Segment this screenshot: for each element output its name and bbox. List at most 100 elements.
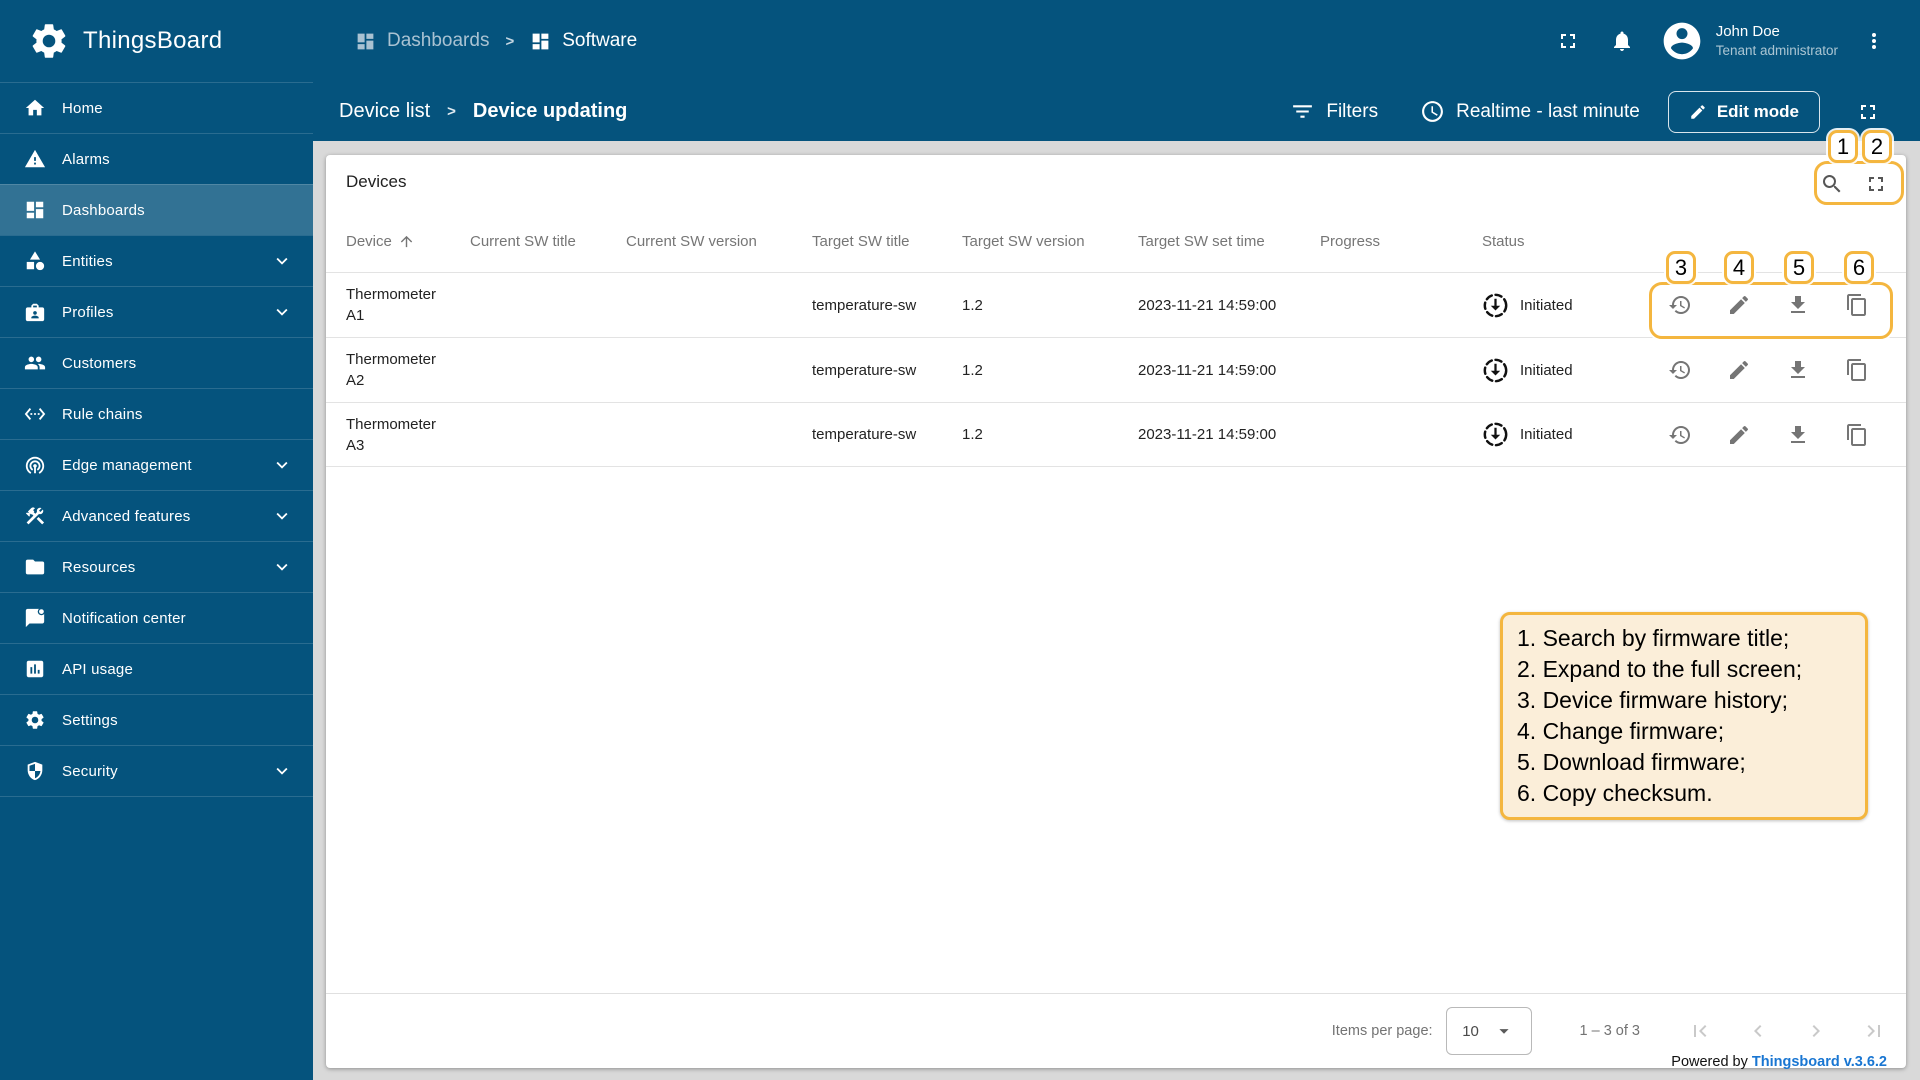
sidebar-item-edge-management[interactable]: Edge management bbox=[0, 439, 313, 490]
status-label: Initiated bbox=[1520, 361, 1573, 379]
column-header-current-sw-version[interactable]: Current SW version bbox=[626, 233, 812, 250]
column-header-current-sw-title[interactable]: Current SW title bbox=[470, 233, 626, 250]
items-per-page-value: 10 bbox=[1462, 1022, 1479, 1040]
app-root: ThingsBoard Home Alarms Dashboards Entities… bbox=[0, 0, 1920, 1080]
first-page-button[interactable] bbox=[1688, 1019, 1712, 1043]
status-initiated-glyph bbox=[1483, 422, 1508, 447]
edge-management-icon bbox=[25, 456, 45, 474]
timewindow-button[interactable]: Realtime - last minute bbox=[1420, 99, 1640, 124]
sidebar-item-label: Settings bbox=[62, 711, 118, 729]
state-device-list[interactable]: Device list bbox=[339, 100, 430, 123]
sidebar-item-entities[interactable]: Entities bbox=[0, 235, 313, 286]
chevron-down-icon bbox=[276, 767, 288, 775]
column-header-target-sw-title[interactable]: Target SW title bbox=[812, 233, 962, 250]
breadcrumb-dashboards[interactable]: Dashboards bbox=[355, 30, 489, 52]
column-header-status[interactable]: Status bbox=[1482, 233, 1650, 250]
thingsboard-version-link[interactable]: Thingsboard v.3.6.2 bbox=[1752, 1054, 1887, 1070]
device-firmware-history-button[interactable] bbox=[1668, 293, 1692, 317]
rule-chains-icon bbox=[24, 408, 46, 420]
dashboard-fullscreen-button[interactable] bbox=[1856, 100, 1880, 124]
table-row[interactable]: Thermometer A3 temperature-sw 1.2 2023-11-2… bbox=[326, 402, 1906, 467]
sort-ascending-icon bbox=[392, 233, 415, 250]
cell-device: Thermometer A2 bbox=[346, 351, 437, 389]
sidebar-item-home[interactable]: Home bbox=[0, 82, 313, 133]
sidebar-item-rule-chains[interactable]: Rule chains bbox=[0, 388, 313, 439]
copy-checksum-button[interactable] bbox=[1845, 293, 1869, 317]
sidebar-item-dashboards[interactable]: Dashboards bbox=[0, 184, 313, 235]
status-initiated-icon bbox=[1482, 357, 1509, 384]
search-icon bbox=[1820, 172, 1844, 196]
edit-icon bbox=[1691, 104, 1705, 119]
fullscreen-icon bbox=[1560, 34, 1575, 48]
items-per-page-select[interactable]: 10 bbox=[1445, 1007, 1532, 1055]
sidebar-item-profiles[interactable]: Profiles bbox=[0, 286, 313, 337]
next-page-button[interactable] bbox=[1804, 1019, 1828, 1043]
filters-button[interactable]: Filters bbox=[1290, 99, 1378, 124]
edit-mode-button[interactable]: Edit mode bbox=[1667, 90, 1820, 133]
sidebar-item-resources[interactable]: Resources bbox=[0, 541, 313, 592]
device-firmware-history-button[interactable] bbox=[1668, 358, 1692, 382]
row-actions bbox=[1650, 423, 1886, 447]
status-initiated-icon bbox=[1482, 421, 1509, 448]
cell-target-sw-set-time: 2023-11-21 14:59:00 bbox=[1138, 426, 1277, 443]
search-button[interactable] bbox=[1820, 172, 1844, 196]
chevron-down-icon bbox=[276, 563, 288, 571]
previous-page-button[interactable] bbox=[1746, 1019, 1770, 1043]
change-firmware-button[interactable] bbox=[1727, 423, 1751, 447]
top-bar: Dashboards > Software John Doe Tenant ad… bbox=[313, 0, 1920, 82]
table-row[interactable]: Thermometer A1 temperature-sw 1.2 2023-11-2… bbox=[326, 272, 1906, 337]
sidebar-item-label: Notification center bbox=[62, 609, 186, 627]
fullscreen-icon bbox=[1861, 104, 1875, 119]
sidebar-item-label: Home bbox=[62, 99, 103, 117]
page-range-label: 1 – 3 of 3 bbox=[1579, 1023, 1640, 1039]
chevron-down-icon bbox=[276, 257, 288, 265]
sidebar-item-api-usage[interactable]: API usage bbox=[0, 643, 313, 694]
avatar[interactable] bbox=[1660, 19, 1704, 63]
table-row[interactable]: Thermometer A2 temperature-sw 1.2 2023-11-2… bbox=[326, 337, 1906, 402]
column-header-progress[interactable]: Progress bbox=[1320, 233, 1482, 250]
chevron-down-icon bbox=[276, 461, 288, 469]
column-header-target-sw-set-time[interactable]: Target SW set time bbox=[1138, 233, 1320, 250]
sidebar-item-alarms[interactable]: Alarms bbox=[0, 133, 313, 184]
customers-icon bbox=[24, 356, 46, 370]
widget-fullscreen-button[interactable] bbox=[1864, 172, 1888, 196]
device-firmware-history-button[interactable] bbox=[1668, 423, 1692, 447]
sidebar-item-label: API usage bbox=[62, 660, 134, 678]
notifications-button[interactable] bbox=[1610, 29, 1634, 53]
sidebar-item-customers[interactable]: Customers bbox=[0, 337, 313, 388]
status-initiated-icon bbox=[1482, 292, 1509, 319]
settings-icon bbox=[26, 711, 44, 729]
column-header-target-sw-version[interactable]: Target SW version bbox=[962, 233, 1138, 250]
download-firmware-button[interactable] bbox=[1786, 423, 1810, 447]
download-firmware-button[interactable] bbox=[1786, 293, 1810, 317]
download-firmware-button[interactable] bbox=[1786, 358, 1810, 382]
change-firmware-button[interactable] bbox=[1727, 358, 1751, 382]
download-icon bbox=[1790, 361, 1805, 378]
thingsboard-logo-icon bbox=[28, 20, 70, 62]
change-firmware-button[interactable] bbox=[1727, 293, 1751, 317]
sidebar-item-notification-center[interactable]: Notification center bbox=[0, 592, 313, 643]
gear-logo-icon bbox=[32, 24, 66, 58]
dashboard-toolbar: Device list > Device updating Filters Re… bbox=[313, 82, 1920, 141]
notification-center-icon bbox=[25, 607, 46, 628]
user-role: Tenant administrator bbox=[1715, 42, 1838, 58]
sidebar-item-security[interactable]: Security bbox=[0, 745, 313, 796]
copy-checksum-button[interactable] bbox=[1845, 358, 1869, 382]
column-header-device[interactable]: Device bbox=[346, 233, 470, 250]
sidebar: ThingsBoard Home Alarms Dashboards Entities… bbox=[0, 0, 313, 1080]
fullscreen-icon bbox=[1556, 29, 1580, 53]
sidebar-item-settings[interactable]: Settings bbox=[0, 694, 313, 745]
state-device-updating: Device updating bbox=[472, 100, 628, 122]
user-menu[interactable]: John Doe Tenant administrator bbox=[1716, 22, 1838, 59]
last-page-button[interactable] bbox=[1862, 1019, 1886, 1043]
cell-target-sw-version: 1.2 bbox=[962, 426, 983, 443]
logo[interactable]: ThingsBoard bbox=[0, 0, 313, 82]
table-header-row: Device Current SW title Current SW version… bbox=[326, 210, 1906, 272]
more-menu-button[interactable] bbox=[1862, 29, 1886, 53]
breadcrumb-software[interactable]: Software bbox=[530, 30, 637, 52]
sidebar-item-advanced-features[interactable]: Advanced features bbox=[0, 490, 313, 541]
copy-checksum-button[interactable] bbox=[1845, 423, 1869, 447]
fullscreen-button[interactable] bbox=[1556, 29, 1580, 53]
chevron-down-icon bbox=[271, 760, 293, 782]
clock-icon bbox=[1422, 101, 1444, 122]
